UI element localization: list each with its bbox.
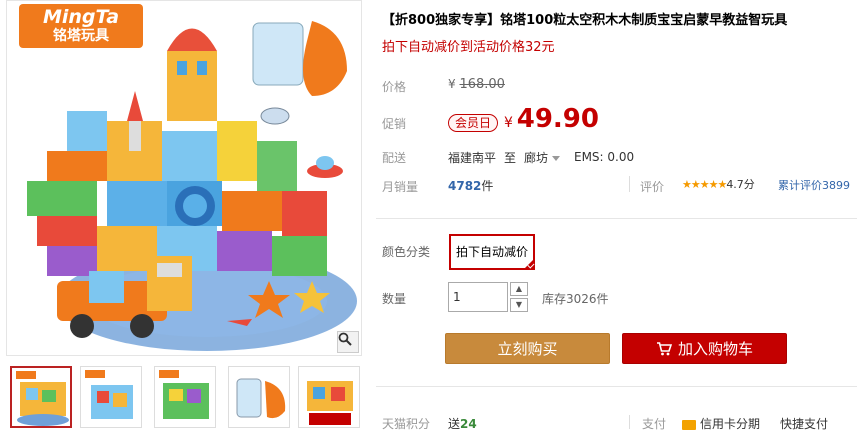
brand-name-cn: 铭塔玩具: [53, 28, 109, 44]
brand-name-en: MingTa: [42, 6, 120, 28]
credit-card-icon: [682, 419, 696, 430]
section-divider: [376, 386, 857, 387]
divider: [629, 176, 630, 192]
thumbnail-1[interactable]: [10, 366, 72, 428]
add-to-cart-button[interactable]: 加入购物车: [622, 333, 787, 364]
thumbnail-4[interactable]: [228, 366, 290, 428]
toy-blocks-illustration: [27, 21, 357, 351]
price-panel: 价格 ¥ 168.00 促销 会员日 ¥ 49.90 配送 福建南平 至 廊坊 …: [376, 64, 857, 206]
quantity-decrease-button[interactable]: ▼: [510, 298, 528, 312]
product-info: 【折800独家专享】铭塔100粒太空积木木制质宝宝启蒙早教益智玩具 拍下自动减价…: [376, 0, 857, 433]
total-reviews-link[interactable]: 累计评价3899: [778, 177, 850, 193]
thumbnail-strip: [6, 366, 362, 428]
monthly-sales-unit: 件: [481, 179, 494, 193]
original-price-value: 168.00: [459, 77, 505, 92]
monthly-sales-label: 月销量: [382, 180, 419, 194]
thumbnail-5[interactable]: [298, 366, 360, 428]
promo-price-value: 49.90: [516, 104, 599, 134]
shipping-destination-select[interactable]: 廊坊: [524, 149, 561, 166]
promo-price-currency: ¥: [504, 115, 513, 131]
add-to-cart-label: 加入购物车: [677, 340, 753, 358]
credit-card-label: 信用卡分期: [700, 417, 761, 431]
product-subtitle: 拍下自动减价到活动价格32元: [382, 40, 555, 55]
magnifier-icon: [338, 332, 352, 346]
rating-label: 评价: [640, 180, 665, 194]
shipping-label: 配送: [382, 151, 407, 165]
rating-summary: ★★★★★4.7分: [682, 176, 755, 192]
price-label: 价格: [382, 80, 407, 94]
payment-label: 支付: [642, 417, 667, 431]
quantity-label: 数量: [382, 292, 407, 306]
shipping-fee: EMS: 0.00: [574, 150, 635, 164]
rating-score: 4.7分: [726, 178, 755, 191]
promo-label: 促销: [382, 117, 407, 131]
original-price: ¥ 168.00: [448, 77, 505, 92]
tmall-points-label: 天猫积分: [382, 417, 431, 431]
selected-check-icon: [524, 259, 534, 269]
product-title: 【折800独家专享】铭塔100粒太空积木木制质宝宝启蒙早教益智玩具: [382, 13, 788, 28]
quantity-increase-button[interactable]: ▲: [510, 282, 528, 296]
points-value: 24: [460, 417, 477, 431]
points-prefix: 送: [448, 417, 461, 431]
credit-card-installment[interactable]: 信用卡分期: [682, 415, 760, 432]
express-pay[interactable]: 快捷支付: [780, 415, 828, 432]
rating-stars-icon: ★★★★★: [682, 178, 727, 191]
monthly-sales: 4782件: [448, 177, 493, 194]
monthly-sales-count: 4782: [448, 179, 482, 193]
divider: [629, 415, 630, 429]
member-day-badge: 会员日: [448, 114, 499, 132]
main-product-image[interactable]: MingTa 铭塔玩具: [6, 0, 362, 356]
sku-option-text: 拍下自动减价: [455, 245, 528, 259]
section-divider: [376, 218, 857, 219]
chevron-down-icon: [552, 156, 561, 161]
sku-label: 颜色分类: [382, 245, 431, 259]
tmall-points: 送24: [448, 415, 477, 432]
brand-logo: MingTa 铭塔玩具: [19, 4, 143, 48]
shipping-from: 福建南平: [448, 151, 497, 165]
shipping-to-word: 至: [504, 151, 517, 165]
thumbnail-3[interactable]: [154, 366, 216, 428]
product-gallery: MingTa 铭塔玩具: [6, 0, 362, 433]
cart-icon: [656, 342, 673, 356]
stock-count: 库存3026件: [542, 292, 609, 306]
buy-now-button[interactable]: 立刻购买: [445, 333, 610, 364]
zoom-button[interactable]: [337, 331, 359, 353]
thumbnail-2[interactable]: [80, 366, 142, 428]
sku-option-selected[interactable]: 拍下自动减价: [449, 234, 535, 270]
original-price-currency: ¥: [448, 77, 456, 91]
service-row: 天猫积分 送24 支付 信用卡分期 快捷支付: [376, 412, 857, 432]
quantity-input[interactable]: 1: [448, 282, 508, 312]
promo-price: ¥ 49.90: [504, 104, 599, 134]
shipping-destination: 廊坊: [524, 151, 549, 165]
